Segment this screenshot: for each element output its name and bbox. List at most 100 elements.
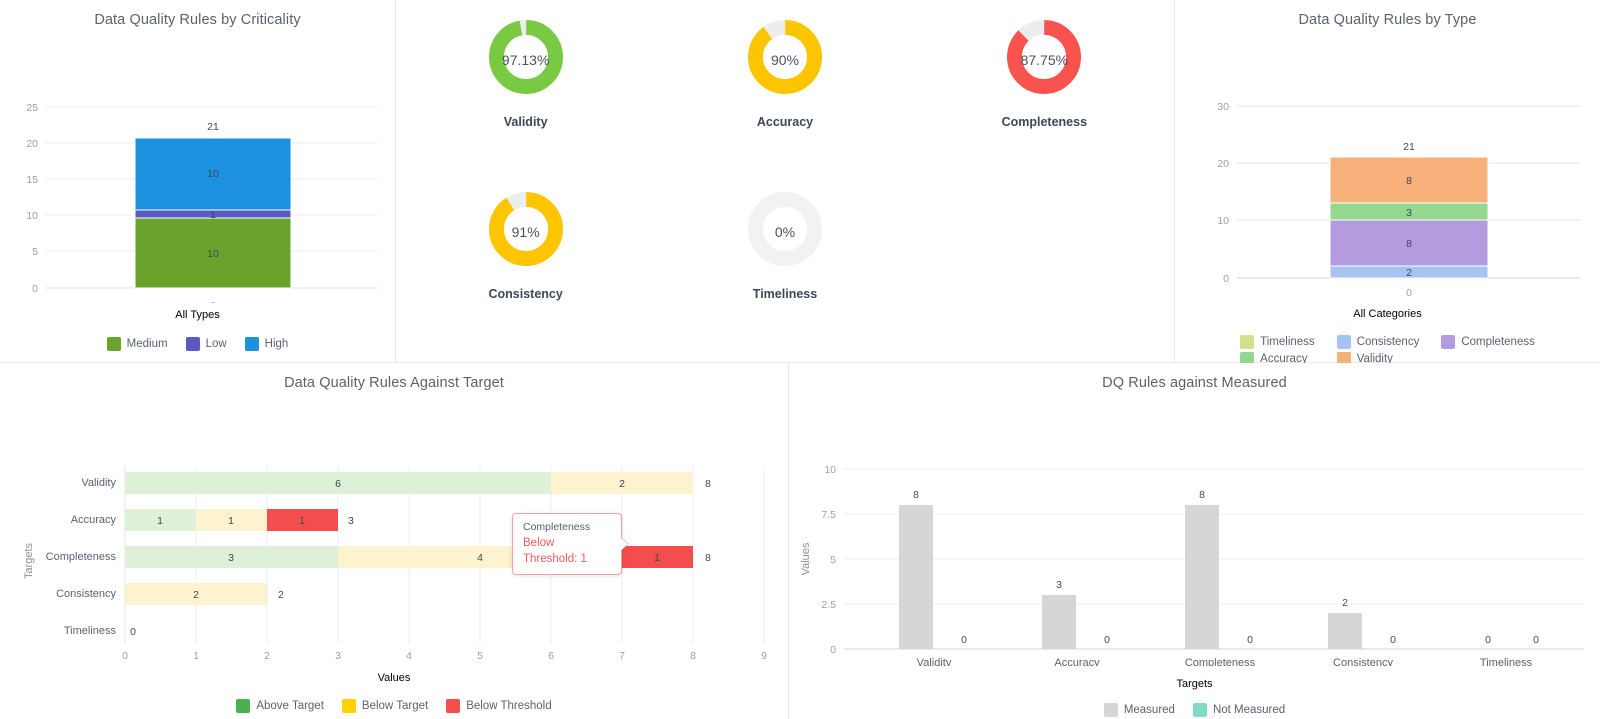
measured-chart-title: DQ Rules against Measured — [789, 363, 1600, 391]
legend-swatch-below-threshold-icon — [446, 699, 460, 713]
target-value-accuracy-above: 1 — [157, 515, 163, 527]
tooltip-value: Below Threshold: 1 — [523, 535, 611, 567]
dashboard-bottom-row: Data Quality Rules Against Target Validi… — [0, 362, 1600, 719]
legend-swatch-completeness-icon — [1441, 335, 1455, 349]
legend-label-low: Low — [206, 338, 227, 350]
gauge-ring-completeness[interactable]: 87.75% — [1005, 18, 1083, 101]
target-value-accuracy-threshold: 1 — [299, 515, 305, 527]
gauge-ring-timeliness[interactable]: 0% — [746, 190, 824, 273]
legend-label-above-target: Above Target — [256, 700, 324, 712]
target-yaxis-title: Targets — [23, 542, 35, 579]
legend-item-measured[interactable]: Measured — [1104, 703, 1175, 717]
target-xaxis-title: Values — [378, 672, 411, 684]
gauge-label-completeness: Completeness — [1002, 115, 1087, 129]
target-xtick-8: 8 — [690, 650, 696, 661]
legend-item-low[interactable]: Low — [186, 337, 227, 351]
criticality-chart-title: Data Quality Rules by Criticality — [0, 0, 395, 28]
legend-swatch-consistency-icon — [1337, 335, 1351, 349]
measured-value-consistency: 2 — [1342, 597, 1348, 609]
gauge-value-completeness: 87.75% — [1005, 18, 1083, 101]
target-chart-svg: Validity Accuracy Completeness Consisten… — [0, 391, 789, 661]
target-cat-consistency: Consistency — [56, 588, 116, 600]
criticality-ytick-20: 20 — [26, 138, 38, 150]
criticality-xaxis-label: All Types — [175, 309, 219, 321]
target-value-completeness-above: 3 — [228, 552, 234, 564]
target-value-accuracy-below: 1 — [228, 515, 234, 527]
legend-label-not-measured: Not Measured — [1213, 704, 1285, 716]
type-xaxis-label: All Categories — [1353, 308, 1421, 320]
panel-rules-against-target: Data Quality Rules Against Target Validi… — [0, 363, 789, 719]
target-legend: Above Target Below Target Below Threshol… — [0, 699, 788, 713]
measured-cat-consistency: Consistency — [1333, 657, 1393, 666]
criticality-ytick-0: 0 — [32, 283, 38, 295]
legend-item-consistency[interactable]: Consistency — [1337, 335, 1420, 349]
target-xtick-2: 2 — [264, 650, 270, 661]
measured-value-accuracy: 3 — [1056, 579, 1062, 591]
legend-item-completeness[interactable]: Completeness — [1441, 335, 1535, 349]
target-total-validity: 8 — [705, 478, 711, 490]
target-cat-validity: Validity — [81, 477, 116, 489]
legend-item-high[interactable]: High — [245, 337, 289, 351]
target-cat-completeness: Completeness — [46, 551, 117, 563]
gauge-ring-validity[interactable]: 97.13% — [487, 18, 565, 101]
type-value-accuracy: 3 — [1406, 207, 1412, 219]
gauge-value-consistency: 91% — [487, 190, 565, 273]
target-xtick-5: 5 — [477, 650, 483, 661]
legend-swatch-high-icon — [245, 337, 259, 351]
legend-label-timeliness: Timeliness — [1260, 336, 1315, 348]
criticality-ytick-5: 5 — [32, 246, 38, 258]
panel-rules-by-type: Data Quality Rules by Type 30 20 10 0 2 … — [1175, 0, 1600, 362]
gauge-value-accuracy: 90% — [746, 18, 824, 101]
dq-dashboard: Data Quality Rules by Criticality 25 20 … — [0, 0, 1600, 719]
target-total-completeness: 8 — [705, 552, 711, 564]
type-value-consistency: 2 — [1406, 267, 1412, 279]
measured-ytick-0: 0 — [830, 644, 836, 656]
type-total-label: 21 — [1403, 141, 1415, 153]
legend-item-medium[interactable]: Medium — [107, 337, 168, 351]
gauge-ring-consistency[interactable]: 91% — [487, 190, 565, 273]
gauge-value-timeliness: 0% — [746, 190, 824, 273]
gauge-label-validity: Validity — [504, 115, 548, 129]
panel-rules-by-criticality: Data Quality Rules by Criticality 25 20 … — [0, 0, 396, 362]
legend-item-above-target[interactable]: Above Target — [236, 699, 324, 713]
gauge-grid: 97.13% Validity 90% Accuracy — [396, 0, 1174, 362]
gauge-value-validity: 97.13% — [487, 18, 565, 101]
target-xtick-0: 0 — [122, 650, 128, 661]
type-chart-svg: 30 20 10 0 2 8 3 8 21 0 — [1175, 28, 1600, 300]
measured-xaxis-title: Targets — [1176, 678, 1212, 690]
legend-item-below-threshold[interactable]: Below Threshold — [446, 699, 551, 713]
type-value-validity: 8 — [1406, 175, 1412, 187]
type-ytick-0: 0 — [1223, 273, 1229, 285]
target-xtick-4: 4 — [406, 650, 412, 661]
target-total-consistency: 2 — [278, 589, 284, 601]
measured-bar-completeness[interactable] — [1185, 505, 1219, 649]
gauge-ring-accuracy[interactable]: 90% — [746, 18, 824, 101]
tooltip-arrow-icon — [621, 538, 628, 550]
legend-item-below-target[interactable]: Below Target — [342, 699, 428, 713]
legend-swatch-above-target-icon — [236, 699, 250, 713]
gauge-cell-validity: 97.13% Validity — [396, 0, 655, 129]
legend-label-below-threshold: Below Threshold — [466, 700, 551, 712]
notmeasured-value-completeness: 0 — [1247, 634, 1253, 646]
measured-bar-consistency[interactable] — [1328, 613, 1362, 649]
measured-bar-accuracy[interactable] — [1042, 595, 1076, 649]
measured-cat-validity: Validity — [917, 657, 952, 666]
target-cat-timeliness: Timeliness — [64, 625, 117, 637]
measured-bar-validity[interactable] — [899, 505, 933, 649]
legend-label-below-target: Below Target — [362, 700, 428, 712]
measured-chart-svg: 10 7.5 5 2.5 0 8 0 3 0 8 0 2 — [789, 391, 1600, 666]
measured-ytick-10: 10 — [824, 464, 836, 476]
target-xtick-7: 7 — [619, 650, 625, 661]
target-cat-accuracy: Accuracy — [71, 514, 117, 526]
type-chart-title: Data Quality Rules by Type — [1175, 0, 1600, 28]
gauge-cell-timeliness: 0% Timeliness — [655, 172, 914, 301]
criticality-legend: Medium Low High — [0, 337, 395, 351]
measured-value-validity: 8 — [913, 489, 919, 501]
measured-cat-accuracy: Accuracy — [1054, 657, 1100, 666]
legend-label-completeness: Completeness — [1461, 336, 1535, 348]
legend-item-timeliness[interactable]: Timeliness — [1240, 335, 1315, 349]
legend-item-not-measured[interactable]: Not Measured — [1193, 703, 1285, 717]
type-ytick-20: 20 — [1217, 158, 1229, 170]
legend-swatch-measured-icon — [1104, 703, 1118, 717]
legend-label-consistency: Consistency — [1357, 336, 1420, 348]
